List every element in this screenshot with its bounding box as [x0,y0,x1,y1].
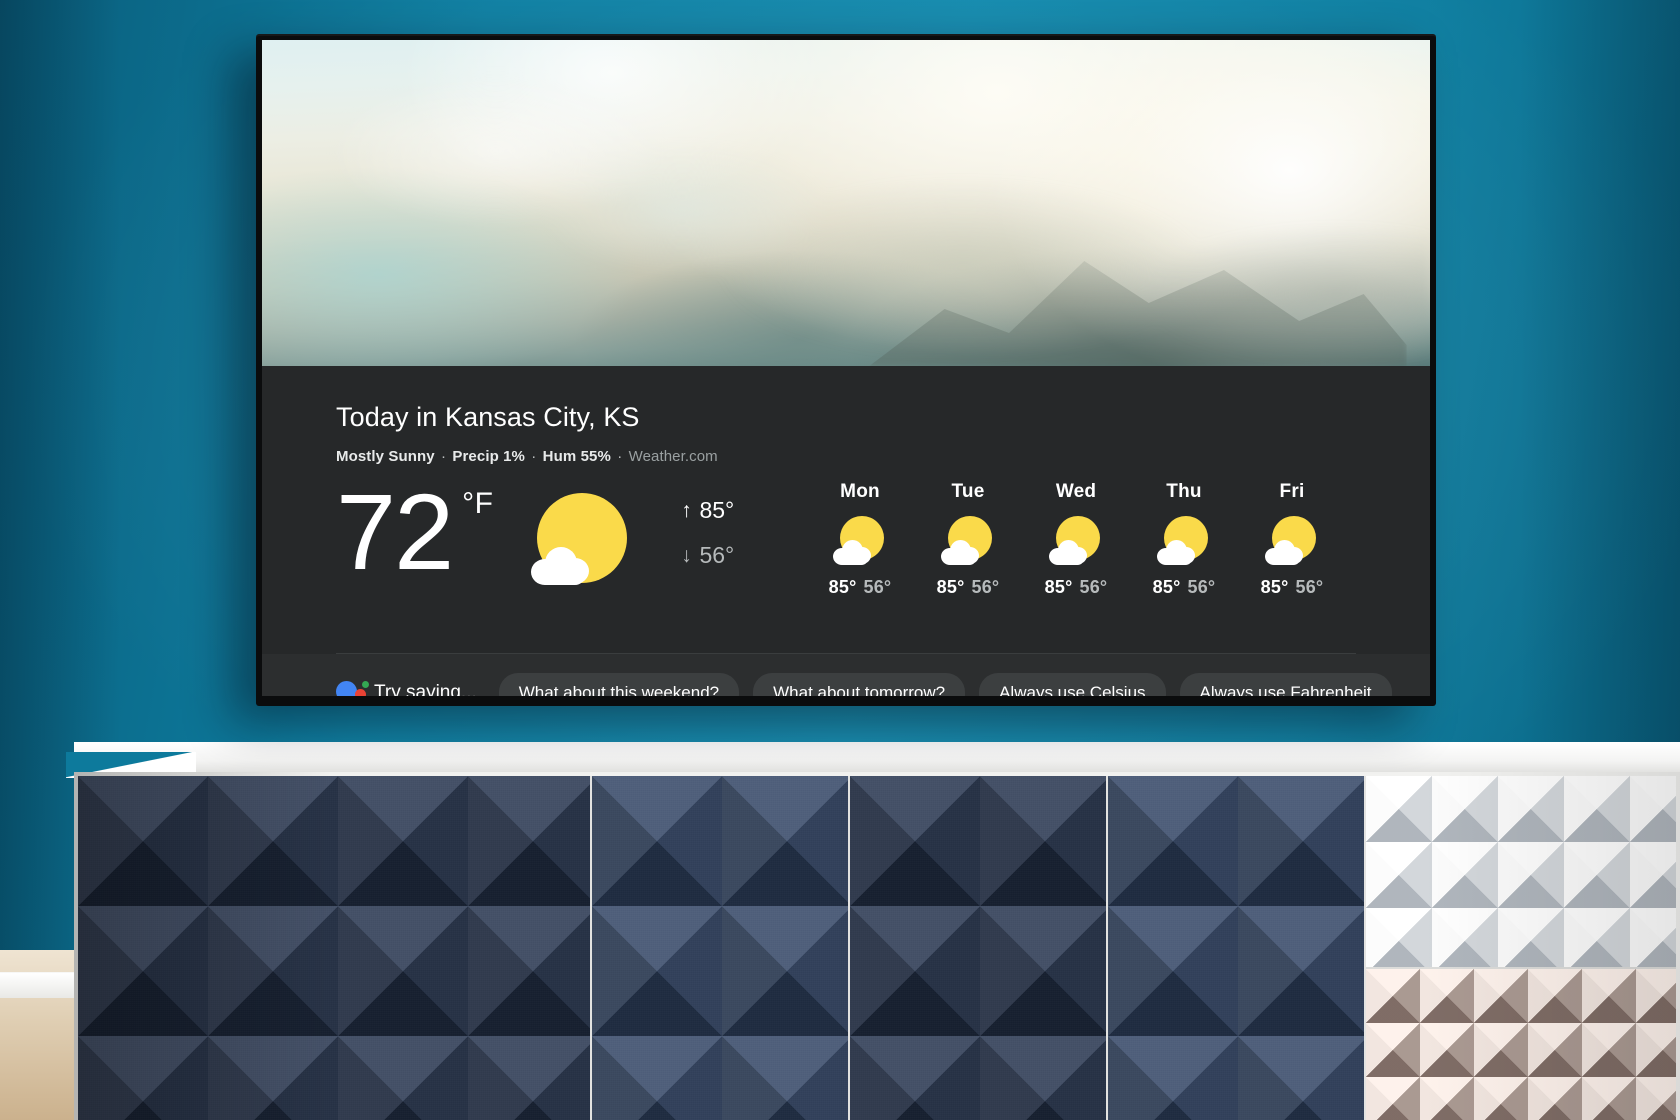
forecast-day: Tue 85° 56° [914,481,1022,598]
credenza-frame [74,772,1680,1120]
credenza-door-4 [1108,776,1366,1120]
panel-grain [1108,776,1364,1120]
credenza-doors [78,776,1676,1120]
sun-behind-cloud-icon [1238,513,1346,569]
tv-screen: Today in Kansas City, KS Mostly Sunny · … [262,40,1430,696]
separator: · [441,448,447,465]
credenza [66,742,1680,1120]
forecast-temperatures: 85° 56° [1022,577,1130,598]
page-title: Today in Kansas City, KS [336,402,640,432]
assistant-dot-blue [336,681,357,696]
forecast-high: 85° [1044,577,1073,597]
suggestion-chip[interactable]: What about tomorrow? [753,673,966,696]
forecast-temperatures: 85° 56° [1238,577,1346,598]
credenza-door-1 [78,776,592,1120]
forecast-day: Wed 85° 56° [1022,481,1130,598]
forecast-day-name: Thu [1166,481,1202,502]
separator: · [531,448,537,465]
arrow-down-icon: ↓ [681,543,692,567]
credenza-top-surface [74,742,1680,776]
sun-behind-cloud-icon [806,513,914,569]
low-temperature-row: ↓ 56° [673,542,734,569]
panel-grain [850,776,1106,1120]
forecast-high: 85° [936,577,965,597]
forecast-temperatures: 85° 56° [806,577,914,598]
temperature-unit: °F [462,487,494,520]
forecast-day-name: Wed [1055,481,1097,502]
faceted-panel-rose [1366,968,1676,1120]
conditions-summary: Mostly Sunny · Precip 1% · Hum 55% · Wea… [336,448,1356,465]
forecast-low: 56° [971,577,1000,597]
television: Today in Kansas City, KS Mostly Sunny · … [256,34,1436,706]
sun-behind-cloud-icon [531,491,629,587]
arrow-up-icon: ↑ [681,498,692,522]
forecast-high: 85° [1152,577,1181,597]
high-temperature: 85° [699,497,735,523]
suggestion-chip[interactable]: Always use Celsius [979,673,1166,696]
forecast-day: Mon 85° 56° [806,481,914,598]
low-temperature: 56° [699,542,735,568]
credenza-door-2 [592,776,850,1120]
current-temperature-group: 72 °F [336,471,494,592]
forecast-day: Fri 85° 56° [1238,481,1346,598]
precip-text: Precip 1% [452,448,525,465]
separator: · [617,448,623,465]
forecast-low: 56° [863,577,892,597]
assistant-dot-green [362,681,369,688]
high-temperature-row: ↑ 85° [673,497,734,524]
weather-card: Today in Kansas City, KS Mostly Sunny · … [262,366,1430,696]
forecast-low: 56° [1079,577,1108,597]
assistant-dot-red [355,689,366,696]
weather-photo-backdrop [262,40,1430,366]
forecast-day-name: Mon [840,481,880,502]
faceted-panel-white [1366,776,1676,969]
forecast-day-name: Tue [951,481,985,502]
try-saying-label: Try saying... [374,682,477,696]
forecast-day: Thu 85° 56° [1130,481,1238,598]
conditions-text: Mostly Sunny [336,448,435,465]
forecast-high: 85° [1260,577,1289,597]
weather-source-link[interactable]: Weather.com [629,448,718,465]
sun-behind-cloud-icon [914,513,1022,569]
credenza-door-5 [1366,776,1676,1120]
forecast-high: 85° [828,577,857,597]
five-day-forecast: Mon 85° 56° Tue 85° 56° Wed 85° 56° Thu 85° 56° Fri 8… [806,481,1356,598]
sun-behind-cloud-icon [1130,513,1238,569]
forecast-day-name: Fri [1279,481,1305,502]
panel-grain [78,776,590,1120]
forecast-temperatures: 85° 56° [1130,577,1238,598]
suggestion-chip[interactable]: Always use Fahrenheit [1179,673,1392,696]
forecast-low: 56° [1187,577,1216,597]
credenza-door-3 [850,776,1108,1120]
suggestion-bar: Try saying... What about this weekend? Wh… [262,654,1430,696]
weather-card-content: Today in Kansas City, KS Mostly Sunny · … [262,404,1430,654]
suggestion-chip[interactable]: What about this weekend? [498,673,740,696]
forecast-temperatures: 85° 56° [914,577,1022,598]
panel-grain [592,776,848,1120]
sun-behind-cloud-icon [1022,513,1130,569]
current-conditions-row: 72 °F ↑ 85° ↓ 56° Mon 85° 56° Tue 85° 56… [336,471,1356,627]
current-temperature: 72 [336,471,454,592]
humidity-text: Hum 55% [542,448,611,465]
forecast-low: 56° [1295,577,1324,597]
suggestion-chips: What about this weekend? What about tomor… [498,673,1406,696]
high-low-temperatures: ↑ 85° ↓ 56° [673,497,734,569]
